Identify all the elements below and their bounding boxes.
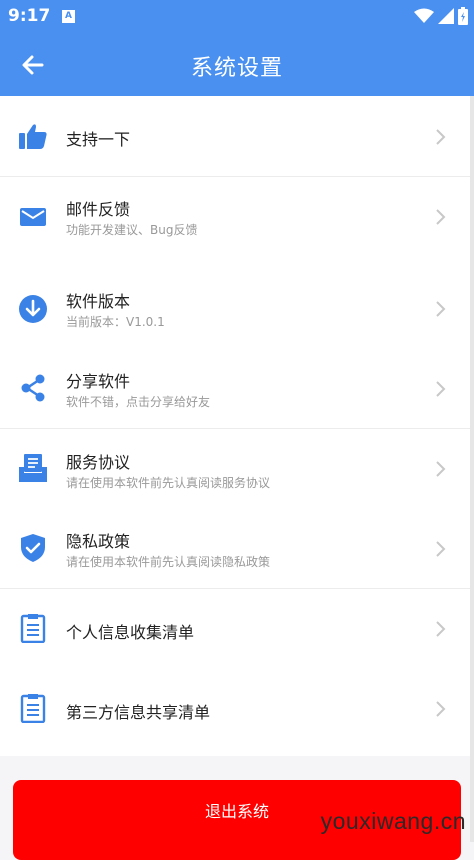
- status-bar: 9:17 A: [0, 0, 474, 32]
- chevron-right-icon: [436, 129, 446, 145]
- inbox-document-icon: [19, 454, 47, 482]
- settings-list: 支持一下 邮件反馈 功能开发建议、Bug反馈 软件版本 当前版本：V1.0.1 …: [0, 96, 470, 756]
- item-subtitle: 软件不错，点击分享给好友: [66, 395, 211, 409]
- clipboard-list-icon: [20, 694, 46, 723]
- clipboard-list-icon: [20, 614, 46, 643]
- scroll-edge: [470, 96, 474, 842]
- list-item-third-party-sharing[interactable]: 第三方信息共享清单: [0, 669, 470, 749]
- item-title: 个人信息收集清单: [66, 623, 195, 642]
- status-time: 9:17: [8, 6, 51, 26]
- chevron-right-icon: [436, 621, 446, 637]
- list-item-share[interactable]: 分享软件 软件不错，点击分享给好友: [0, 348, 470, 428]
- status-icons: [414, 6, 468, 26]
- chevron-right-icon: [436, 381, 446, 397]
- app-bar: 系统设置: [0, 32, 474, 96]
- list-item-personal-info-list[interactable]: 个人信息收集清单: [0, 589, 470, 669]
- chevron-right-icon: [436, 541, 446, 557]
- share-icon: [21, 374, 45, 402]
- item-title: 隐私政策: [66, 532, 131, 551]
- watermark: youxiwang.cn: [320, 808, 466, 834]
- download-circle-icon: [19, 295, 47, 323]
- battery-icon: [458, 7, 468, 25]
- item-subtitle: 请在使用本软件前先认真阅读服务协议: [66, 476, 271, 490]
- list-item-support[interactable]: 支持一下: [0, 96, 470, 176]
- item-title: 邮件反馈: [66, 200, 131, 219]
- mail-icon: [20, 208, 46, 226]
- item-title: 支持一下: [66, 130, 131, 149]
- list-item-privacy-policy[interactable]: 隐私政策 请在使用本软件前先认真阅读隐私政策: [0, 508, 470, 588]
- item-title: 服务协议: [66, 453, 131, 472]
- wifi-icon: [414, 8, 434, 23]
- notification-a-icon: A: [62, 10, 75, 23]
- thumbs-up-icon: [19, 124, 47, 149]
- signal-icon: [438, 8, 454, 24]
- item-title: 软件版本: [66, 292, 131, 311]
- page-title: 系统设置: [190, 56, 283, 81]
- item-subtitle: 当前版本：V1.0.1: [66, 315, 165, 329]
- item-subtitle: 请在使用本软件前先认真阅读隐私政策: [66, 555, 271, 569]
- item-title: 分享软件: [66, 372, 131, 391]
- list-item-service-agreement[interactable]: 服务协议 请在使用本软件前先认真阅读服务协议: [0, 429, 470, 509]
- item-subtitle: 功能开发建议、Bug反馈: [66, 223, 198, 237]
- list-item-email-feedback[interactable]: 邮件反馈 功能开发建议、Bug反馈: [0, 177, 470, 257]
- item-title: 第三方信息共享清单: [66, 703, 211, 722]
- chevron-right-icon: [436, 301, 446, 317]
- chevron-right-icon: [436, 701, 446, 717]
- chevron-right-icon: [436, 209, 446, 225]
- list-item-version[interactable]: 软件版本 当前版本：V1.0.1: [0, 269, 470, 349]
- chevron-right-icon: [436, 461, 446, 477]
- shield-check-icon: [21, 534, 45, 562]
